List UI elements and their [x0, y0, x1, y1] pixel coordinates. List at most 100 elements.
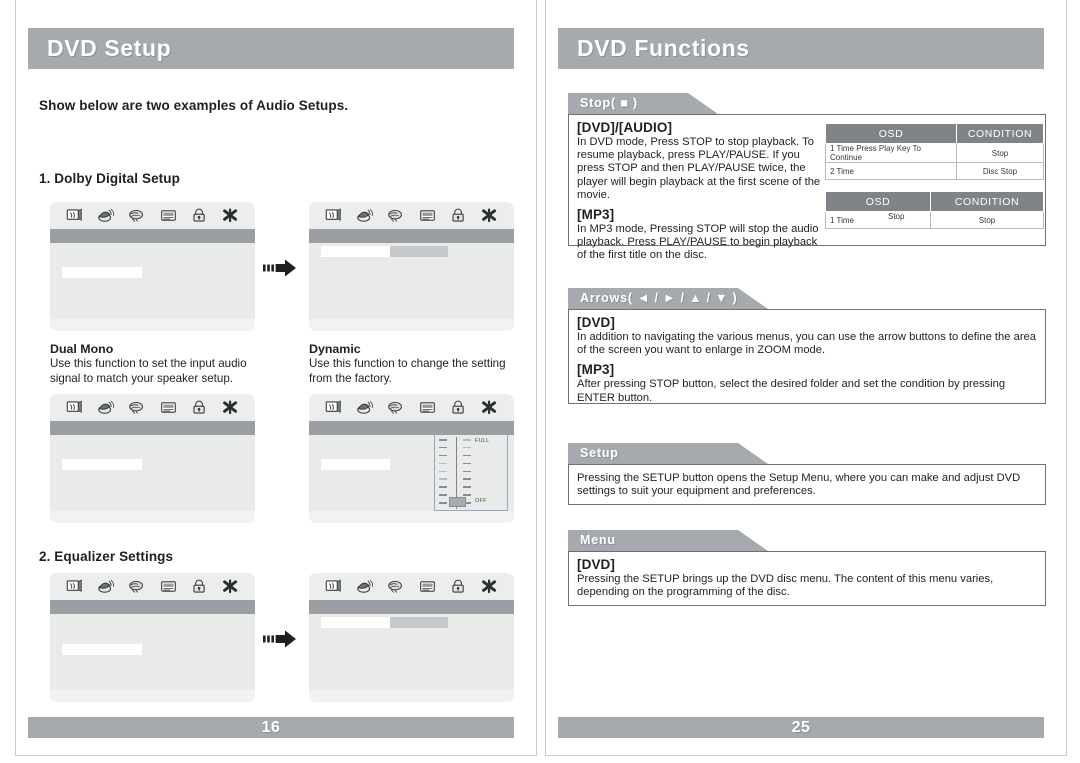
entry-text: In MP3 mode, Pressing STOP will stop the… — [577, 223, 819, 262]
audio-icon — [98, 579, 115, 593]
left-page-footer: 16 — [28, 717, 514, 738]
osd-footer — [50, 319, 255, 331]
osd-menu-bar: · · · · — [50, 421, 255, 435]
function-block-setup: Setup Pressing the SETUP button opens th… — [568, 443, 1046, 505]
section-tab: Setup — [568, 443, 1046, 464]
slider-knob[interactable] — [449, 497, 466, 507]
exit-icon — [481, 208, 496, 223]
table-header-osd: OSD — [825, 191, 931, 212]
osd-footer — [50, 511, 255, 523]
osd-menubar-dots-right: · · — [150, 232, 161, 238]
osd-screen-dual-mono-detail: · · · · — [50, 394, 255, 523]
screen-icon — [325, 579, 341, 592]
slider-label-full: FULL — [475, 438, 490, 444]
section-tab-label: Setup — [580, 446, 619, 460]
page-number: 16 — [261, 718, 281, 736]
osd-body — [309, 614, 514, 690]
section-heading-equalizer-settings: 2. Equalizer Settings — [39, 549, 174, 564]
section-body: [DVD]/[AUDIO] In DVD mode, Press STOP to… — [568, 114, 1046, 261]
table-row: 2 Time Disc Stop — [825, 162, 1044, 180]
exit-icon — [222, 208, 237, 223]
display-icon — [419, 402, 435, 413]
osd-icon-bar — [50, 573, 255, 600]
lock-icon — [452, 400, 464, 414]
disc-icon — [388, 209, 403, 222]
section-tab-label: Stop( ■ ) — [580, 96, 638, 110]
entry-text: Pressing the SETUP brings up the DVD dis… — [577, 573, 994, 599]
osd-menu-bar: · · · · — [309, 421, 514, 435]
exit-icon — [481, 400, 496, 415]
section-body: [DVD] In addition to navigating the vari… — [568, 309, 1046, 404]
osd-body — [50, 243, 255, 319]
function-block-arrows: Arrows( ◄ / ► / ▲ / ▼ ) [DVD] In additio… — [568, 288, 1046, 404]
osd-menubar-dots-right: · · — [409, 232, 420, 238]
entry-heading: [DVD]/[AUDIO] — [577, 120, 673, 135]
page-number: 25 — [791, 718, 811, 736]
osd-menubar-dots-right: · · — [409, 424, 420, 430]
intro-text: Show below are two examples of Audio Set… — [39, 98, 349, 113]
display-icon — [160, 581, 176, 592]
osd-menubar-dots-left: · · — [319, 232, 330, 238]
osd-menubar-dots-left: · · — [60, 232, 71, 238]
right-page-footer: 25 — [558, 717, 1044, 738]
lock-icon — [193, 208, 205, 222]
entry-heading: [MP3] — [577, 362, 615, 378]
osd-selection-row — [321, 459, 390, 470]
exit-icon — [222, 400, 237, 415]
caption-dual-mono: Dual Mono Use this function to set the i… — [50, 342, 265, 386]
osd-menubar-dots-left: · · — [60, 603, 71, 609]
table-header-row: OSD CONDITION — [825, 123, 1044, 144]
disc-icon — [129, 580, 144, 593]
osd-selection-row — [62, 267, 142, 278]
table-header-condition: CONDITION — [930, 191, 1044, 212]
osd-selection-row — [321, 617, 390, 628]
lock-icon — [452, 208, 464, 222]
entry-heading: [MP3] — [577, 207, 615, 223]
osd-condition-table-dvd-audio: OSD CONDITION 1 Time Press Play Key To C… — [825, 123, 1044, 180]
section-tab: Arrows( ◄ / ► / ▲ / ▼ ) — [568, 288, 1046, 309]
osd-body: FULL OFF — [309, 435, 514, 511]
osd-selection-row — [321, 246, 390, 257]
page-title: DVD Setup — [47, 35, 172, 61]
display-icon — [160, 210, 176, 221]
caption-text: Use this function to change the setting … — [309, 357, 506, 385]
screen-icon — [66, 579, 82, 592]
display-icon — [160, 402, 176, 413]
disc-icon — [129, 209, 144, 222]
caption-title: Dual Mono — [50, 342, 114, 356]
manual-spread: DVD Setup Show below are two examples of… — [0, 0, 1080, 763]
section-tab: Stop( ■ ) — [568, 93, 1046, 114]
osd-footer — [309, 511, 514, 523]
function-block-stop: Stop( ■ ) [DVD]/[AUDIO] In DVD mode, Pre… — [568, 93, 1046, 261]
flow-arrow-icon — [263, 630, 296, 648]
osd-selection-row — [62, 644, 142, 655]
cell-condition: Stop — [930, 211, 1044, 229]
osd-menu-bar: · · · · — [309, 600, 514, 614]
caption-title: Dynamic — [309, 342, 361, 356]
screen-icon — [325, 400, 341, 413]
osd-icon-bar — [50, 202, 255, 229]
osd-body — [50, 614, 255, 690]
lock-icon — [452, 579, 464, 593]
osd-menubar-dots-right: · · — [150, 424, 161, 430]
disc-icon — [388, 401, 403, 414]
osd-menubar-dots-left: · · — [319, 424, 330, 430]
osd-selection-value — [390, 617, 448, 628]
exit-icon — [222, 579, 237, 594]
osd-menu-bar: · · · · — [50, 600, 255, 614]
lock-icon — [193, 400, 205, 414]
osd-selection-row — [62, 459, 142, 470]
osd-body — [309, 243, 514, 319]
osd-icon-bar — [309, 573, 514, 600]
osd-icon-bar — [309, 202, 514, 229]
display-icon — [419, 581, 435, 592]
audio-icon — [98, 208, 115, 222]
equalizer-slider-panel[interactable]: FULL OFF — [434, 435, 508, 511]
osd-footer — [309, 690, 514, 702]
caption-text: Use this function to set the input audio… — [50, 357, 247, 385]
osd-menu-bar: · · · · — [50, 229, 255, 243]
entry-heading: [DVD] — [577, 315, 615, 330]
cell-osd-value: Stop — [888, 212, 905, 221]
entry-heading: [DVD] — [577, 557, 615, 572]
exit-icon — [481, 579, 496, 594]
